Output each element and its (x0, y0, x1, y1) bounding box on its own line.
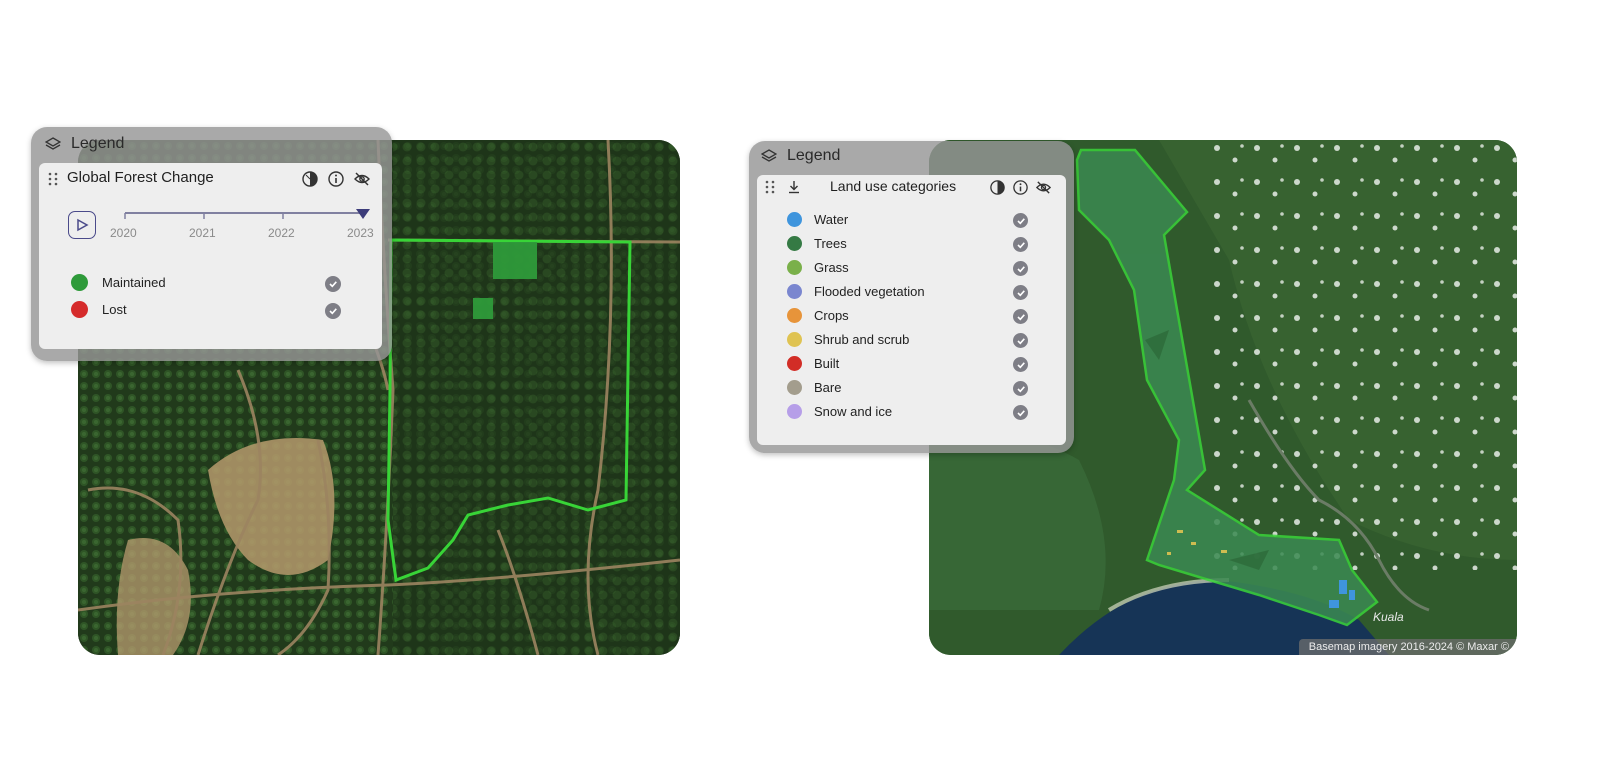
check-icon[interactable] (1013, 357, 1028, 372)
legend-item: Snow and ice (787, 404, 892, 419)
opacity-icon[interactable] (989, 179, 1006, 196)
legend-header[interactable]: Legend (45, 135, 124, 153)
check-icon[interactable] (1013, 285, 1028, 300)
check-icon[interactable] (1013, 381, 1028, 396)
layers-icon (45, 137, 61, 150)
legend-title: Legend (787, 147, 841, 164)
timeline-year: 2023 (347, 226, 374, 240)
legend-item-label: Water (814, 212, 849, 227)
legend-swatch (787, 212, 802, 227)
layers-icon (761, 149, 777, 162)
layer-title: Land use categories (830, 178, 957, 194)
check-icon[interactable] (1013, 405, 1028, 420)
opacity-icon[interactable] (301, 170, 319, 188)
legend-item-label: Bare (814, 380, 842, 395)
map-place-label: Kuala (1373, 610, 1404, 624)
legend-item: Maintained (71, 274, 166, 291)
legend-item: Bare (787, 380, 841, 395)
check-icon[interactable] (325, 276, 341, 292)
land-use-layer-card: Land use categories Water Trees Grass Flood… (757, 175, 1066, 445)
info-icon[interactable] (327, 170, 345, 188)
timeline-year: 2021 (189, 226, 216, 240)
play-icon (77, 218, 89, 232)
check-icon[interactable] (1013, 333, 1028, 348)
info-icon[interactable] (1012, 179, 1029, 196)
legend-item-label: Lost (102, 302, 127, 317)
map-attribution[interactable]: Basemap imagery 2016-2024 © Maxar © (1298, 639, 1517, 655)
legend-item-label: Built (814, 356, 840, 371)
eye-off-icon[interactable] (353, 170, 371, 188)
legend-item-label: Trees (814, 236, 847, 251)
timeline-year: 2020 (110, 226, 137, 240)
legend-swatch (787, 236, 802, 251)
download-icon[interactable] (787, 180, 801, 194)
play-button[interactable] (68, 211, 96, 239)
legend-item: Water (787, 212, 848, 227)
legend-swatch (71, 301, 88, 318)
drag-handle-icon[interactable] (48, 172, 58, 186)
legend-header[interactable]: Legend (761, 147, 840, 165)
land-use-legend: Legend Land use categories Water Trees G… (749, 141, 1074, 453)
check-icon[interactable] (1013, 261, 1028, 276)
check-icon[interactable] (325, 303, 341, 319)
forest-change-layer-card: Global Forest Change 2020 2021 2022 2023… (39, 163, 382, 349)
layer-title: Global Forest Change (67, 169, 214, 186)
eye-off-icon[interactable] (1035, 179, 1052, 196)
check-icon[interactable] (1013, 213, 1028, 228)
legend-title: Legend (71, 135, 125, 152)
legend-swatch (787, 332, 802, 347)
forest-change-legend: Legend Global Forest Change 2020 2021 20… (31, 127, 392, 361)
legend-swatch (787, 356, 802, 371)
legend-swatch (787, 308, 802, 323)
check-icon[interactable] (1013, 309, 1028, 324)
legend-item: Flooded vegetation (787, 284, 925, 299)
legend-item: Trees (787, 236, 847, 251)
legend-item: Crops (787, 308, 849, 323)
legend-item-label: Snow and ice (814, 404, 893, 419)
drag-handle-icon[interactable] (765, 180, 775, 194)
legend-item: Shrub and scrub (787, 332, 909, 347)
legend-swatch (787, 404, 802, 419)
legend-item-label: Grass (814, 260, 849, 275)
legend-item-label: Flooded vegetation (814, 284, 925, 299)
legend-item-label: Shrub and scrub (814, 332, 910, 347)
legend-swatch (787, 284, 802, 299)
check-icon[interactable] (1013, 237, 1028, 252)
timeline-track[interactable] (117, 203, 377, 227)
legend-swatch (787, 380, 802, 395)
legend-item: Grass (787, 260, 849, 275)
legend-item-label: Crops (814, 308, 849, 323)
legend-swatch (787, 260, 802, 275)
legend-item: Built (787, 356, 839, 371)
legend-item-label: Maintained (102, 275, 166, 290)
timeline-year: 2022 (268, 226, 295, 240)
legend-swatch (71, 274, 88, 291)
legend-item: Lost (71, 301, 127, 318)
